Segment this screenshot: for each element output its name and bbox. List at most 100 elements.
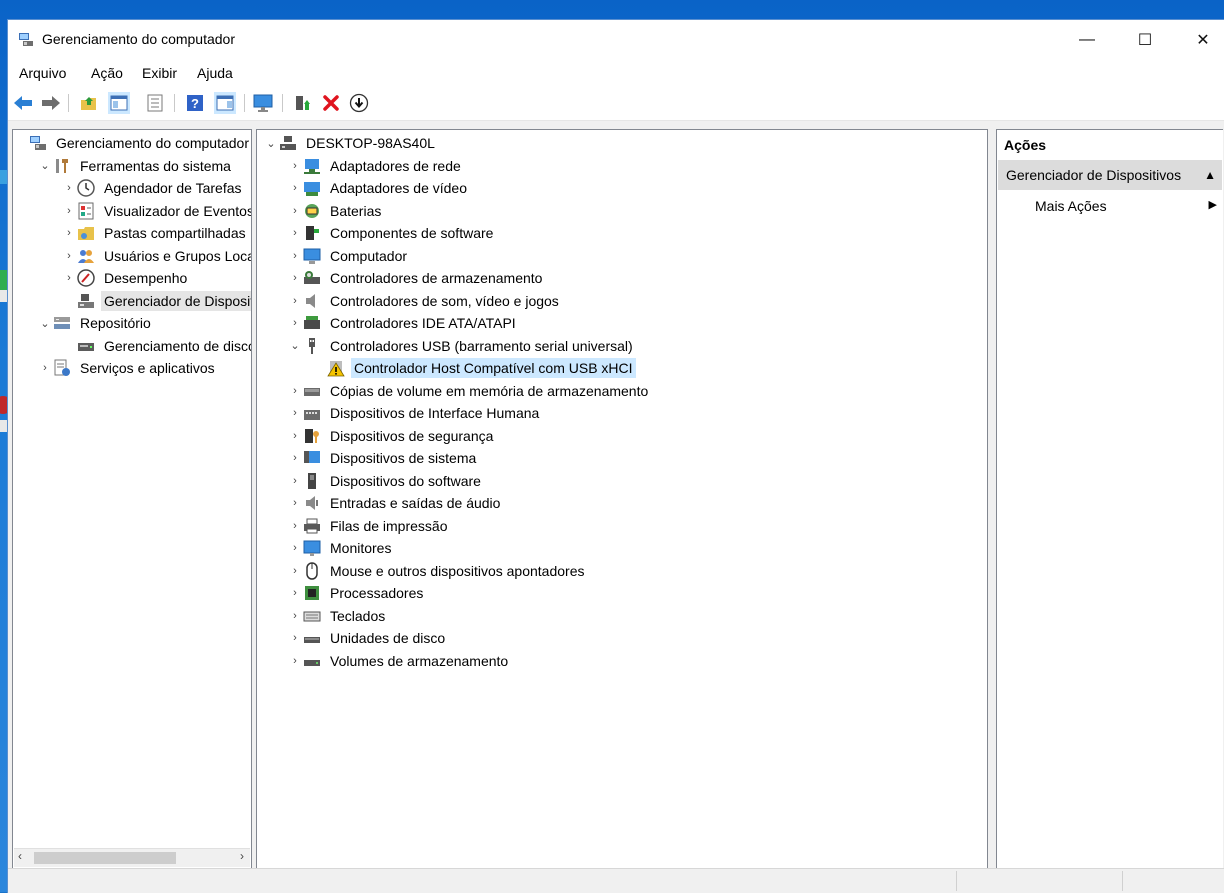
console-tree-item[interactable]: ⌄ Repositório xyxy=(37,312,154,334)
device-tree-item[interactable]: › Processadores xyxy=(287,582,426,604)
collapsed-chevron-icon[interactable]: › xyxy=(287,385,303,397)
device-tree-item[interactable]: › Filas de impressão xyxy=(287,515,451,537)
close-button[interactable]: ✕ xyxy=(1174,20,1224,60)
help-icon[interactable]: ? xyxy=(184,92,206,114)
collapsed-chevron-icon[interactable]: › xyxy=(287,227,303,239)
collapsed-chevron-icon[interactable]: › xyxy=(287,587,303,599)
minimize-button[interactable]: — xyxy=(1058,20,1116,60)
console-tree-item[interactable]: › Desempenho xyxy=(61,267,190,289)
console-tree-item[interactable]: ⌄ Ferramentas do sistema xyxy=(37,155,234,177)
expanded-chevron-icon[interactable]: ⌄ xyxy=(37,317,53,330)
collapsed-chevron-icon[interactable]: › xyxy=(287,452,303,464)
device-tree-item[interactable]: › Unidades de disco xyxy=(287,627,448,649)
device-tree-item[interactable]: › Volumes de armazenamento xyxy=(287,650,511,672)
collapsed-chevron-icon[interactable]: › xyxy=(287,610,303,622)
expanded-chevron-icon[interactable]: ⌄ xyxy=(287,339,303,352)
title-bar[interactable]: Gerenciamento do computador — ☐ ✕ xyxy=(8,20,1224,60)
device-tree-item[interactable]: › Entradas e saídas de áudio xyxy=(287,492,503,514)
device-tree-item[interactable]: › Dispositivos de Interface Humana xyxy=(287,402,542,424)
collapsed-chevron-icon[interactable]: › xyxy=(287,565,303,577)
device-tree-item[interactable]: › Cópias de volume em memória de armazena… xyxy=(287,380,651,402)
collapsed-chevron-icon[interactable]: › xyxy=(287,542,303,554)
collapsed-chevron-icon[interactable]: › xyxy=(287,295,303,307)
console-tree-item[interactable]: › Pastas compartilhadas xyxy=(61,222,249,244)
expanded-chevron-icon[interactable]: ⌄ xyxy=(263,137,279,150)
maximize-button[interactable]: ☐ xyxy=(1116,20,1174,60)
tree-item-label: Controladores de som, vídeo e jogos xyxy=(330,292,559,309)
collapse-arrow-icon[interactable]: ▲ xyxy=(1204,168,1216,182)
collapsed-chevron-icon[interactable]: › xyxy=(37,362,53,374)
actions-section-device-manager[interactable]: Gerenciador de Dispositivos ▲ xyxy=(998,160,1222,190)
collapsed-chevron-icon[interactable]: › xyxy=(287,160,303,172)
show-hide-tree-icon[interactable] xyxy=(108,92,130,114)
device-tree-item[interactable]: › Monitores xyxy=(287,537,394,559)
console-tree-item[interactable]: › Usuários e Grupos Locai xyxy=(61,245,252,267)
collapsed-chevron-icon[interactable]: › xyxy=(287,520,303,532)
scroll-right-arrow-icon[interactable]: › xyxy=(240,849,244,863)
event-viewer-icon xyxy=(78,202,94,219)
menu-exibir[interactable]: Exibir xyxy=(142,65,177,81)
collapsed-chevron-icon[interactable]: › xyxy=(287,430,303,442)
tree-item-label: Usuários e Grupos Locai xyxy=(104,247,252,264)
menu-ajuda[interactable]: Ajuda xyxy=(197,65,233,81)
back-icon[interactable] xyxy=(12,92,34,114)
update-driver-icon[interactable] xyxy=(348,92,370,114)
scrollbar-thumb[interactable] xyxy=(34,852,176,864)
collapsed-chevron-icon[interactable]: › xyxy=(61,182,77,194)
device-tree-item[interactable]: ⌄ Controladores USB (barramento serial un… xyxy=(287,335,636,357)
menu-arquivo[interactable]: Arquivo xyxy=(19,65,66,81)
collapsed-chevron-icon[interactable]: › xyxy=(287,250,303,262)
tree-item-label: Pastas compartilhadas xyxy=(104,225,246,241)
device-tree-item[interactable]: › Adaptadores de rede xyxy=(287,155,464,177)
device-tree-item[interactable]: › Computador xyxy=(287,245,410,267)
submenu-arrow-icon[interactable]: ▶ xyxy=(1209,198,1217,211)
device-tree-item[interactable]: › Dispositivos de sistema xyxy=(287,447,479,469)
console-tree-item[interactable]: Gerenciador de Disposit xyxy=(61,290,251,312)
collapsed-chevron-icon[interactable]: › xyxy=(287,655,303,667)
properties-icon[interactable] xyxy=(144,92,166,114)
device-tree-item[interactable]: › Dispositivos do software xyxy=(287,470,484,492)
scroll-left-arrow-icon[interactable]: ‹ xyxy=(18,849,22,863)
device-tree-item[interactable]: › Controladores IDE ATA/ATAPI xyxy=(287,312,519,334)
collapsed-chevron-icon[interactable]: › xyxy=(287,182,303,194)
collapsed-chevron-icon[interactable]: › xyxy=(287,272,303,284)
device-tree-pane[interactable]: ⌄ DESKTOP-98AS40L › Adaptadores de rede › Ada… xyxy=(256,129,988,869)
console-tree-item[interactable]: › Agendador de Tarefas xyxy=(61,177,245,199)
device-tree-item[interactable]: › Mouse e outros dispositivos apontadores xyxy=(287,560,587,582)
device-tree-item[interactable]: › Controladores de armazenamento xyxy=(287,267,545,289)
forward-icon[interactable] xyxy=(40,92,62,114)
console-tree-item[interactable]: › Serviços e aplicativos xyxy=(37,357,218,379)
expanded-chevron-icon[interactable]: ⌄ xyxy=(37,159,53,172)
console-tree-item[interactable]: Gerenciamento do computador xyxy=(13,132,251,154)
collapsed-chevron-icon[interactable]: › xyxy=(287,475,303,487)
collapsed-chevron-icon[interactable]: › xyxy=(287,205,303,217)
collapsed-chevron-icon[interactable]: › xyxy=(61,272,77,284)
console-tree-item[interactable]: Gerenciamento de disco xyxy=(61,335,251,357)
collapsed-chevron-icon[interactable]: › xyxy=(61,205,77,217)
device-tree-item[interactable]: › Teclados xyxy=(287,605,388,627)
up-folder-icon[interactable] xyxy=(78,92,100,114)
collapsed-chevron-icon[interactable]: › xyxy=(287,632,303,644)
device-tree-item[interactable]: › Adaptadores de vídeo xyxy=(287,177,470,199)
collapsed-chevron-icon[interactable]: › xyxy=(61,250,77,262)
left-tree-pane[interactable]: Gerenciamento do computador ⌄ Ferramentas … xyxy=(12,129,252,869)
collapsed-chevron-icon[interactable]: › xyxy=(287,317,303,329)
menu-acao[interactable]: Ação xyxy=(91,65,123,81)
monitor-icon[interactable] xyxy=(252,92,274,114)
device-tree-item[interactable]: Controlador Host Compatível com USB xHCI xyxy=(311,357,636,379)
device-tree-item[interactable]: › Baterias xyxy=(287,200,384,222)
device-tree-item[interactable]: › Dispositivos de segurança xyxy=(287,425,496,447)
horizontal-scrollbar[interactable]: ‹ › xyxy=(14,848,250,867)
more-actions-item[interactable]: Mais Ações xyxy=(1035,198,1107,214)
device-tree-item[interactable]: › Componentes de software xyxy=(287,222,496,244)
hid-icon xyxy=(304,410,320,420)
collapsed-chevron-icon[interactable]: › xyxy=(287,407,303,419)
device-tree-item[interactable]: › Controladores de som, vídeo e jogos xyxy=(287,290,562,312)
collapsed-chevron-icon[interactable]: › xyxy=(61,227,77,239)
enable-device-icon[interactable] xyxy=(292,92,314,114)
uninstall-icon[interactable] xyxy=(320,92,342,114)
console-tree-item[interactable]: › Visualizador de Eventos xyxy=(61,200,251,222)
device-tree-item[interactable]: ⌄ DESKTOP-98AS40L xyxy=(263,132,438,154)
action-pane-icon[interactable] xyxy=(214,92,236,114)
collapsed-chevron-icon[interactable]: › xyxy=(287,497,303,509)
